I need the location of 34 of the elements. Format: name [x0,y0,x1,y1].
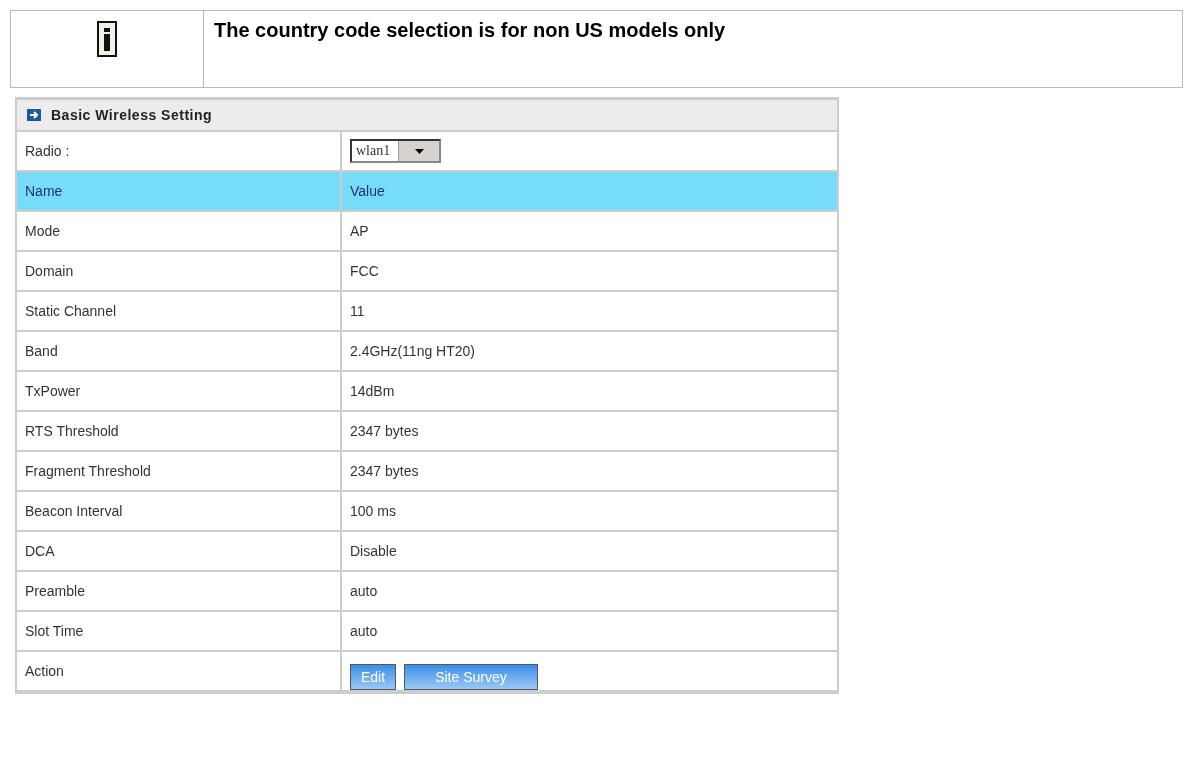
setting-value: auto [350,623,378,639]
setting-value: 11 [350,303,365,319]
setting-name: Preamble [25,583,85,599]
setting-value: 2347 bytes [350,463,419,479]
setting-value: 2.4GHz(11ng HT20) [350,343,475,359]
setting-name: Static Channel [25,303,117,319]
field-label: Radio : [25,143,70,159]
setting-value: AP [350,223,369,239]
caret-icon [414,148,424,154]
setting-name: Slot Time [25,623,84,639]
setting-name: Action [25,663,64,679]
setting-value: auto [350,583,378,599]
info-icon [97,21,117,57]
setting-value: Disable [350,543,397,559]
setting-name: DCA [25,543,55,559]
setting-name: Band [25,343,58,359]
setting-name: Mode [25,223,61,239]
setting-value: FCC [350,263,379,279]
setting-name: Beacon Interval [25,503,123,519]
column-header: Name [25,183,63,199]
setting-name: TxPower [25,383,81,399]
panel-title: Basic Wireless Setting [51,107,213,123]
arrow-icon [27,109,41,121]
note-text: The country code selection is for non US models only [214,19,726,41]
setting-name: Domain [25,263,74,279]
radio-dropdown[interactable]: wlan1 [350,139,442,163]
edit-button[interactable]: Edit [350,664,397,690]
site-survey-button[interactable]: Site Survey [404,664,538,690]
column-header: Value [350,183,385,199]
setting-value: 14dBm [350,383,395,399]
setting-name: RTS Threshold [25,423,119,439]
setting-name: Fragment Threshold [25,463,151,479]
setting-value: 100 ms [350,503,396,519]
setting-value: 2347 bytes [350,423,419,439]
